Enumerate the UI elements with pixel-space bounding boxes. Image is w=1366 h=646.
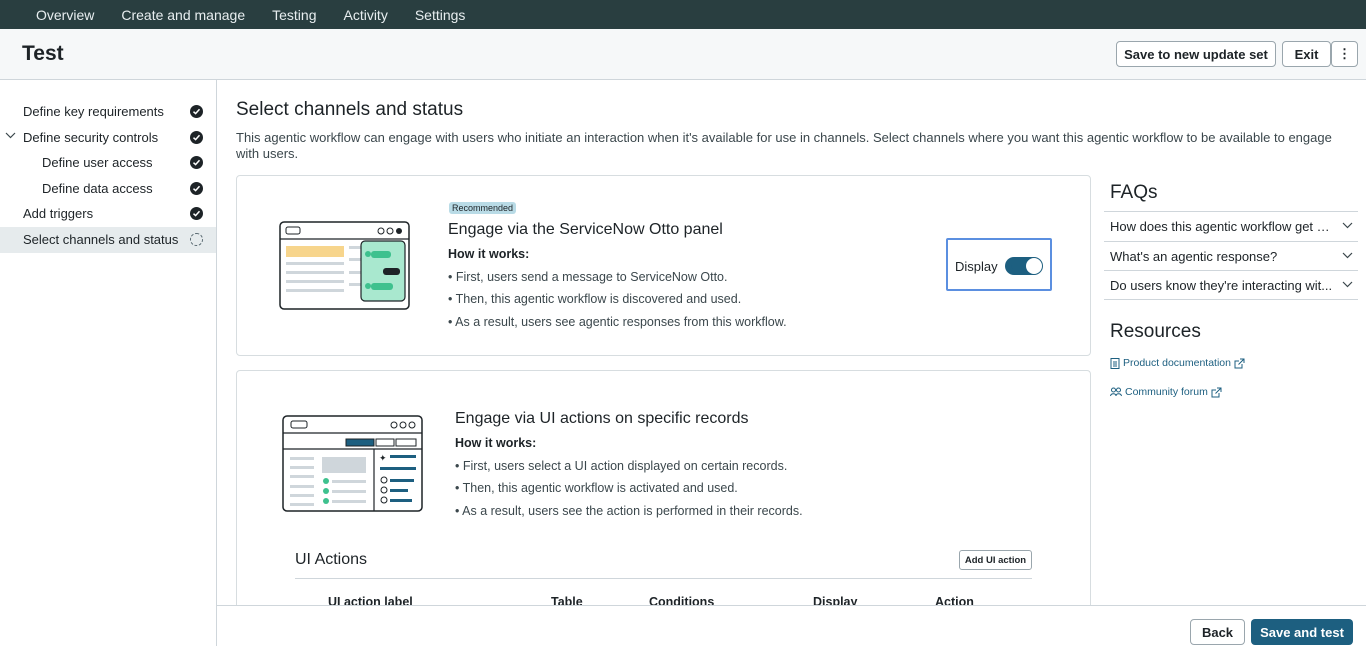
resources-title: Resources [1110, 321, 1201, 342]
step-label: Define data access [42, 181, 153, 196]
external-link-icon [1211, 387, 1222, 397]
chevron-down-icon [1342, 252, 1353, 259]
save-to-new-update-set-button[interactable]: Save to new update set [1116, 41, 1276, 67]
nav-overview[interactable]: Overview [36, 7, 94, 23]
step-label: Define security controls [23, 130, 159, 145]
faq-item[interactable]: What's an agentic response? [1104, 241, 1358, 271]
faq-item[interactable]: How does this agentic workflow get d... [1104, 211, 1358, 241]
link-label: Community forum [1125, 386, 1208, 398]
bullet-item: • Then, this agentic workflow is activat… [455, 481, 738, 495]
check-circle-icon [190, 182, 203, 195]
display-toggle[interactable] [1005, 257, 1043, 275]
faq-title: FAQs [1110, 182, 1158, 203]
chevron-down-icon[interactable] [5, 132, 16, 139]
faq-question: How does this agentic workflow get d... [1110, 219, 1334, 234]
step-define-user-access[interactable]: Define user access [0, 150, 216, 176]
steps-sidebar: Define key requirements Define security … [0, 80, 217, 646]
faq-item[interactable]: Do users know they're interacting wit... [1104, 270, 1358, 300]
page-title: Test [22, 42, 64, 65]
section-description: This agentic workflow can engage with us… [236, 130, 1332, 161]
card-title: Engage via the ServiceNow Otto panel [448, 221, 723, 238]
link-label: Product documentation [1123, 357, 1231, 369]
community-icon [1110, 387, 1122, 397]
page-header: Test Save to new update set Exit ⋮ [0, 29, 1366, 80]
step-add-triggers[interactable]: Add triggers [0, 201, 216, 227]
save-and-test-button[interactable]: Save and test [1251, 619, 1353, 645]
bullet-item: • As a result, users see agentic respons… [448, 315, 787, 329]
top-nav: Overview Create and manage Testing Activ… [0, 0, 1366, 29]
step-label: Select channels and status [23, 232, 179, 247]
nav-create-and-manage[interactable]: Create and manage [121, 7, 245, 23]
document-icon [1110, 357, 1120, 369]
bullet-item: • As a result, users see the action is p… [455, 504, 803, 518]
check-circle-icon [190, 207, 203, 220]
footer-bar: Back Save and test [217, 605, 1366, 646]
add-ui-action-button[interactable]: Add UI action [959, 550, 1032, 570]
display-label: Display [955, 259, 998, 274]
recommended-badge: Recommended [449, 202, 517, 214]
bullet-item: • First, users send a message to Service… [448, 270, 728, 284]
check-circle-icon [190, 131, 203, 144]
otto-panel-card: Recommended Engage via the ServiceNow Ot… [236, 175, 1091, 356]
ui-actions-card: ✦ Engage via UI actions on specific reco… [236, 370, 1091, 620]
section-title: Select channels and status [236, 99, 464, 120]
ui-actions-illustration-icon: ✦ [282, 415, 423, 512]
exit-button[interactable]: Exit [1282, 41, 1331, 67]
nav-testing[interactable]: Testing [272, 7, 316, 23]
step-label: Add triggers [23, 206, 94, 221]
step-label: Define key requirements [23, 104, 164, 119]
chevron-down-icon [1342, 222, 1353, 229]
divider [295, 578, 1032, 579]
step-define-key-requirements[interactable]: Define key requirements [0, 99, 216, 125]
back-button[interactable]: Back [1190, 619, 1245, 645]
ui-actions-title: UI Actions [295, 551, 368, 568]
step-define-security-controls[interactable]: Define security controls [0, 125, 216, 151]
bullet-item: • First, users select a UI action displa… [455, 459, 788, 473]
nav-settings[interactable]: Settings [415, 7, 466, 23]
card-title: Engage via UI actions on specific record… [455, 410, 749, 427]
product-documentation-link[interactable]: Product documentation [1110, 357, 1245, 369]
in-progress-icon [190, 233, 203, 246]
faq-question: What's an agentic response? [1110, 249, 1278, 264]
external-link-icon [1234, 358, 1245, 368]
chevron-down-icon [1342, 281, 1353, 288]
check-circle-icon [190, 105, 203, 118]
step-define-data-access[interactable]: Define data access [0, 176, 216, 202]
step-select-channels-and-status[interactable]: Select channels and status [0, 227, 216, 253]
otto-panel-illustration-icon [279, 221, 410, 310]
divider [1104, 299, 1358, 300]
more-options-button[interactable]: ⋮ [1331, 41, 1358, 67]
check-circle-icon [190, 156, 203, 169]
bullet-item: • Then, this agentic workflow is discove… [448, 292, 742, 306]
faq-question: Do users know they're interacting wit... [1110, 278, 1333, 293]
community-forum-link[interactable]: Community forum [1110, 386, 1222, 398]
svg-text:✦: ✦ [379, 454, 387, 464]
nav-activity[interactable]: Activity [343, 7, 387, 23]
display-toggle-group: Display [946, 238, 1052, 291]
step-label: Define user access [42, 155, 153, 170]
how-it-works-label: How it works: [455, 436, 537, 450]
how-it-works-label: How it works: [448, 247, 530, 261]
